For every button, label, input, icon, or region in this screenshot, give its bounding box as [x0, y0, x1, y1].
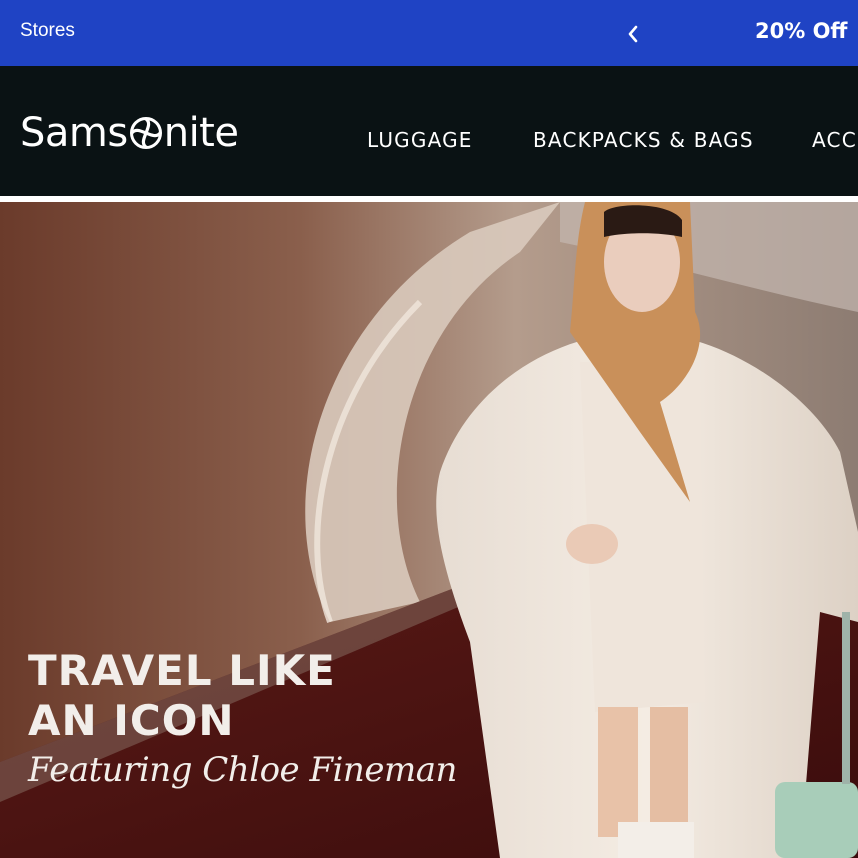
logo-text-left: Sams: [20, 110, 128, 156]
nav-item-backpacks-bags[interactable]: BACKPACKS & BAGS: [533, 128, 754, 152]
promo-offer-text[interactable]: 20% Off: [755, 19, 847, 43]
hero-title: TRAVEL LIKE AN ICON: [28, 646, 336, 746]
samsonite-logo[interactable]: Sams nite: [20, 110, 239, 156]
hero-banner[interactable]: TRAVEL LIKE AN ICON Featuring Chloe Fine…: [0, 202, 858, 858]
nav-item-luggage[interactable]: LUGGAGE: [367, 128, 473, 152]
chevron-left-icon: [628, 25, 638, 43]
promo-bar: Stores 20% Off: [0, 0, 858, 66]
logo-text-right: nite: [163, 110, 239, 156]
stores-link[interactable]: Stores: [20, 20, 75, 42]
site-header: Sams nite LUGGAGE BACKPACKS & BAGS ACC: [0, 66, 858, 196]
samsonite-swirl-icon: [129, 117, 162, 149]
hero-title-line2: AN ICON: [28, 696, 235, 745]
hero-subtitle: Featuring Chloe Fineman: [28, 750, 457, 790]
promo-prev-button[interactable]: [620, 19, 646, 49]
hero-title-line1: TRAVEL LIKE: [28, 646, 336, 695]
nav-item-accessories[interactable]: ACC: [812, 128, 857, 152]
